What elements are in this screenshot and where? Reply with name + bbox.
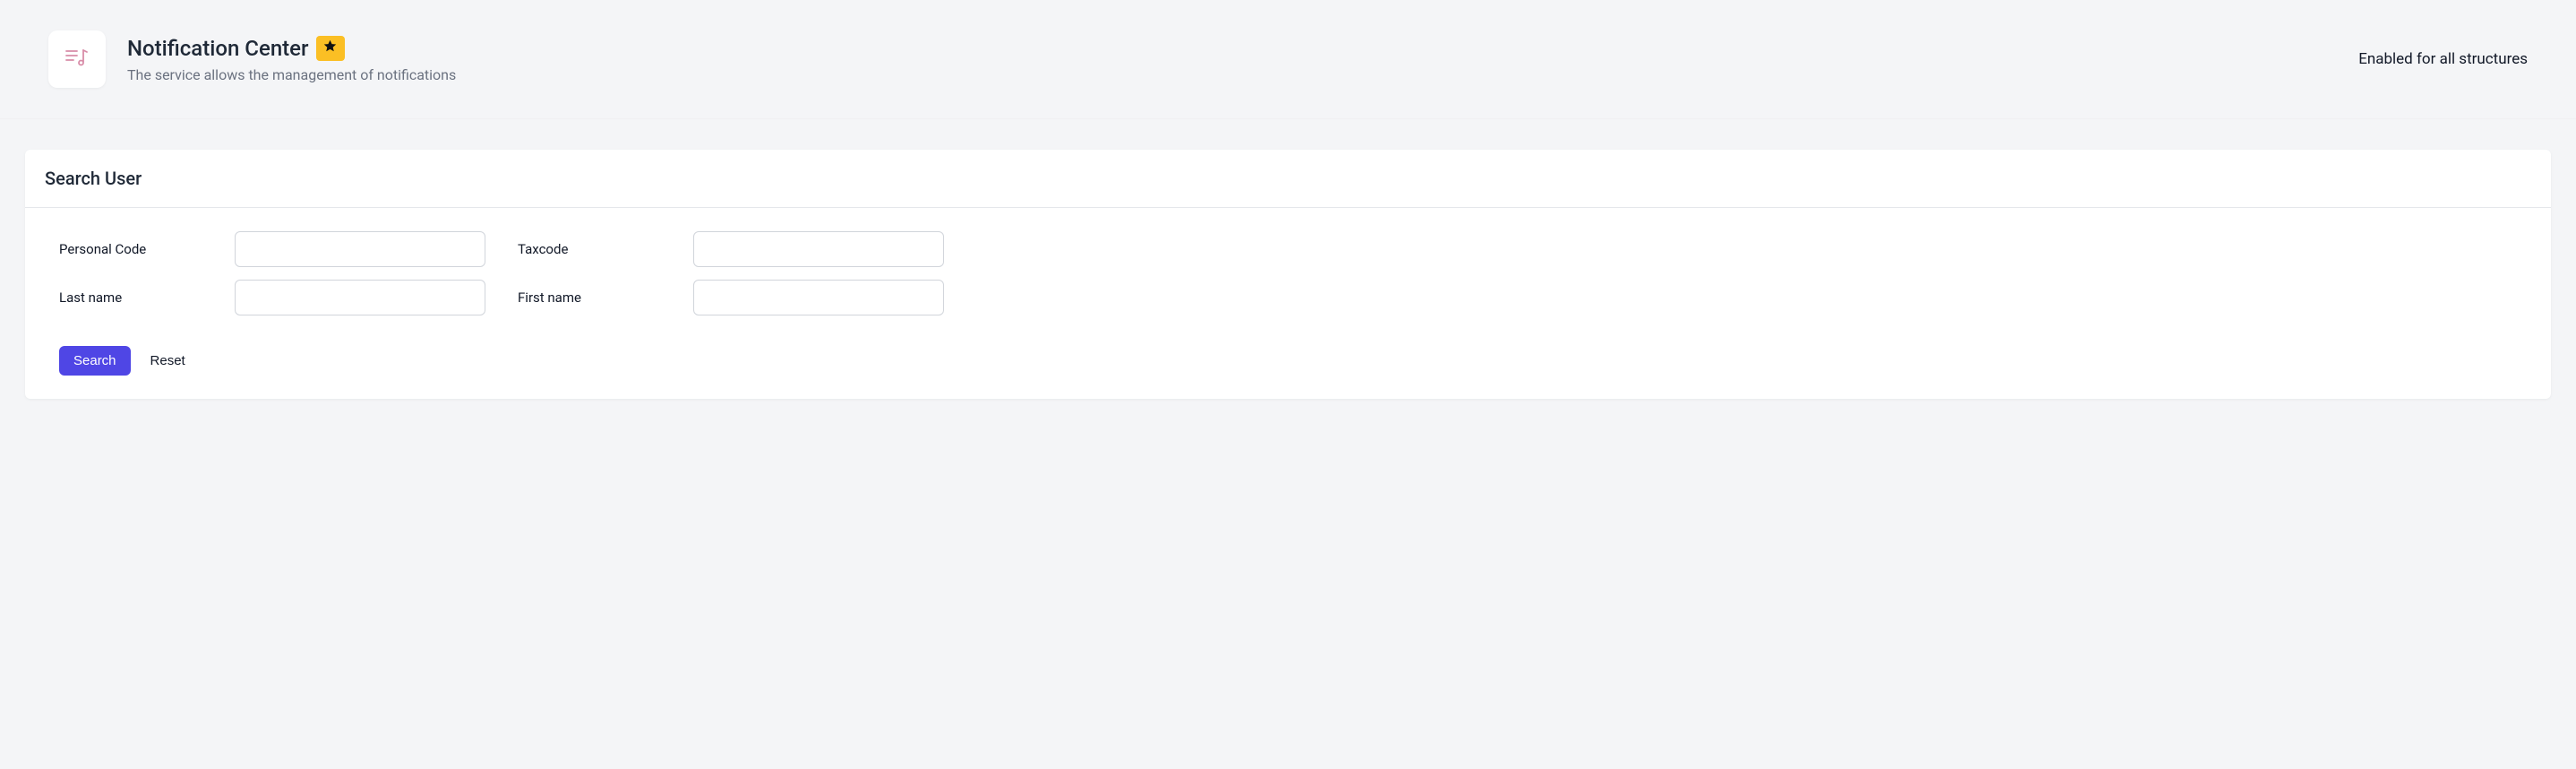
search-user-panel: Search User Personal Code Taxcode Last n…: [25, 150, 2551, 399]
taxcode-label: Taxcode: [518, 241, 693, 257]
lastname-label: Last name: [59, 289, 235, 306]
title-block: Notification Center The service allows t…: [127, 36, 456, 83]
app-icon-box: [48, 30, 106, 88]
search-button[interactable]: Search: [59, 346, 131, 376]
page-header: Notification Center The service allows t…: [0, 0, 2576, 119]
page-subtitle: The service allows the management of not…: [127, 66, 456, 83]
personal-code-label: Personal Code: [59, 241, 235, 257]
search-form-grid: Personal Code Taxcode Last name First na…: [59, 231, 2517, 315]
panel-body: Personal Code Taxcode Last name First na…: [25, 208, 2551, 399]
personal-code-input[interactable]: [235, 231, 485, 267]
taxcode-input[interactable]: [693, 231, 944, 267]
enabled-for-structures-text: Enabled for all structures: [2358, 50, 2528, 68]
panel-title: Search User: [45, 168, 2531, 189]
reset-button[interactable]: Reset: [150, 353, 185, 368]
header-left: Notification Center The service allows t…: [48, 30, 456, 88]
favorite-toggle[interactable]: [316, 36, 345, 61]
star-icon: [322, 39, 338, 57]
panel-header: Search User: [25, 150, 2551, 208]
page-title: Notification Center: [127, 36, 309, 61]
button-row: Search Reset: [59, 346, 2517, 376]
firstname-input[interactable]: [693, 280, 944, 315]
firstname-label: First name: [518, 289, 693, 306]
title-row: Notification Center: [127, 36, 456, 61]
content-wrapper: Search User Personal Code Taxcode Last n…: [0, 119, 2576, 429]
lastname-input[interactable]: [235, 280, 485, 315]
music-playlist-icon: [62, 42, 92, 76]
